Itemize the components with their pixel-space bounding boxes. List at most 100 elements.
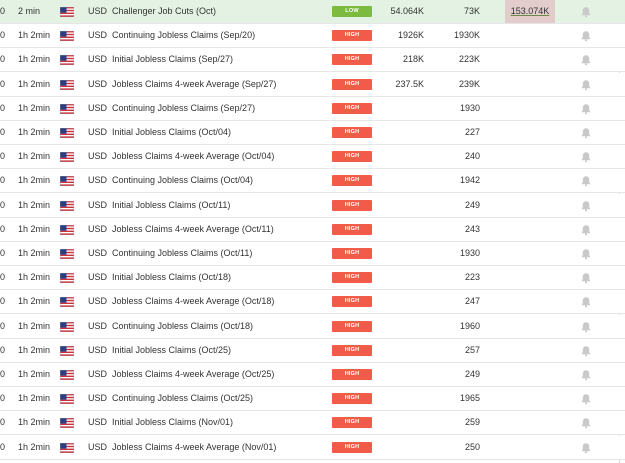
- bell-icon[interactable]: [580, 127, 594, 139]
- table-row[interactable]: 0 1h 2min USD Jobless Claims 4-week Average…: [0, 72, 625, 97]
- actual-value: [380, 315, 424, 338]
- impact-cell: HIGH: [332, 199, 372, 211]
- us-flag-icon: [60, 297, 74, 308]
- bell-icon[interactable]: [580, 103, 594, 115]
- event-name[interactable]: Initial Jobless Claims (Sep/27): [112, 48, 328, 71]
- table-row[interactable]: 0 1h 2min USD Initial Jobless Claims (Oct/2…: [0, 338, 625, 363]
- time-cell: 1h 2min: [18, 417, 51, 428]
- table-row[interactable]: 0 1h 2min USD Continuing Jobless Claims (Se…: [0, 24, 625, 49]
- bell-icon[interactable]: [580, 345, 594, 357]
- event-name[interactable]: Continuing Jobless Claims (Oct/04): [112, 169, 328, 192]
- us-flag-icon: [60, 176, 74, 187]
- event-name[interactable]: Continuing Jobless Claims (Sep/20): [112, 24, 328, 47]
- currency-cell: USD: [88, 175, 108, 186]
- table-row[interactable]: 0 2 min USD Challenger Job Cuts (Oct) LOW 54.…: [0, 0, 625, 24]
- bell-icon[interactable]: [580, 296, 594, 308]
- time-cell: 1h 2min: [18, 30, 51, 41]
- actual-value: [380, 266, 424, 289]
- impact-badge: HIGH: [332, 127, 372, 138]
- currency-cell: USD: [88, 151, 108, 162]
- truncated-cell: 0: [0, 320, 6, 331]
- event-name[interactable]: Continuing Jobless Claims (Sep/27): [112, 97, 328, 120]
- bell-icon[interactable]: [580, 248, 594, 260]
- currency-cell: USD: [88, 417, 108, 428]
- bell-icon[interactable]: [580, 393, 594, 405]
- actual-value: [380, 436, 424, 459]
- table-row[interactable]: 0 1h 2min USD Jobless Claims 4-week Average…: [0, 363, 625, 387]
- event-name[interactable]: Initial Jobless Claims (Oct/25): [112, 339, 328, 362]
- event-name[interactable]: Initial Jobless Claims (Nov/01): [112, 411, 328, 434]
- event-name[interactable]: Jobless Claims 4-week Average (Nov/01): [112, 436, 328, 459]
- bell-icon[interactable]: [580, 79, 594, 91]
- currency-cell: USD: [88, 30, 108, 41]
- previous-cell: [502, 73, 558, 96]
- event-name[interactable]: Initial Jobless Claims (Oct/11): [112, 194, 328, 217]
- impact-badge: HIGH: [332, 54, 372, 66]
- bell-icon[interactable]: [580, 6, 594, 18]
- table-row[interactable]: 0 1h 2min USD Jobless Claims 4-week Average…: [0, 290, 625, 315]
- time-cell: 1h 2min: [18, 102, 51, 113]
- event-name[interactable]: Jobless Claims 4-week Average (Oct/25): [112, 363, 328, 386]
- bell-icon[interactable]: [580, 369, 594, 381]
- currency-cell: USD: [88, 393, 108, 404]
- actual-value: [380, 121, 424, 144]
- currency-cell: USD: [88, 320, 108, 331]
- impact-badge: HIGH: [332, 78, 372, 90]
- table-row[interactable]: 0 1h 2min USD Jobless Claims 4-week Average…: [0, 435, 625, 460]
- actual-value: [380, 339, 424, 362]
- us-flag-icon: [60, 7, 74, 17]
- bell-icon[interactable]: [580, 54, 594, 66]
- table-row[interactable]: 0 1h 2min USD Continuing Jobless Claims (Se…: [0, 96, 625, 121]
- table-row[interactable]: 0 1h 2min USD Jobless Claims 4-week Average…: [0, 145, 625, 170]
- currency-cell: USD: [88, 296, 108, 307]
- previous-cell: [502, 121, 558, 144]
- table-row[interactable]: 0 1h 2min USD Continuing Jobless Claims (Oc…: [0, 387, 625, 412]
- table-row[interactable]: 0 1h 2min USD Continuing Jobless Claims (Oc…: [0, 242, 625, 266]
- bell-icon[interactable]: [580, 442, 594, 454]
- actual-value: 218K: [402, 54, 424, 65]
- bell-icon[interactable]: [580, 30, 594, 42]
- us-flag-icon: [60, 394, 74, 405]
- event-name[interactable]: Jobless Claims 4-week Average (Sep/27): [112, 73, 328, 96]
- event-name[interactable]: Jobless Claims 4-week Average (Oct/04): [112, 145, 328, 168]
- table-row[interactable]: 0 1h 2min USD Continuing Jobless Claims (Oc…: [0, 169, 625, 194]
- table-row[interactable]: 0 1h 2min USD Initial Jobless Claims (Sep/2…: [0, 48, 625, 73]
- event-name[interactable]: Jobless Claims 4-week Average (Oct/18): [112, 290, 328, 313]
- bell-icon[interactable]: [580, 200, 594, 212]
- event-name[interactable]: Jobless Claims 4-week Average (Oct/11): [112, 218, 328, 241]
- table-row[interactable]: 0 1h 2min USD Initial Jobless Claims (Nov/0…: [0, 411, 625, 436]
- previous-cell: [502, 24, 558, 47]
- event-name[interactable]: Initial Jobless Claims (Oct/18): [112, 266, 328, 289]
- time-cell: 1h 2min: [18, 272, 51, 283]
- bell-icon[interactable]: [580, 417, 594, 429]
- bell-icon[interactable]: [580, 272, 594, 284]
- currency-cell: USD: [88, 199, 108, 210]
- us-flag-icon: [60, 103, 74, 114]
- currency-cell: USD: [88, 6, 108, 16]
- us-flag-icon: [60, 31, 74, 42]
- previous-cell: [502, 363, 558, 386]
- impact-cell: HIGH: [332, 320, 372, 332]
- previous-cell: [502, 436, 558, 459]
- impact-cell: HIGH: [332, 393, 372, 405]
- table-row[interactable]: 0 1h 2min USD Jobless Claims 4-week Average…: [0, 217, 625, 242]
- impact-badge: HIGH: [332, 296, 372, 308]
- event-name[interactable]: Continuing Jobless Claims (Oct/11): [112, 242, 328, 265]
- bell-icon[interactable]: [580, 321, 594, 333]
- table-row[interactable]: 0 1h 2min USD Continuing Jobless Claims (Oc…: [0, 314, 625, 339]
- event-name[interactable]: Continuing Jobless Claims (Oct/25): [112, 387, 328, 410]
- table-row[interactable]: 0 1h 2min USD Initial Jobless Claims (Oct/1…: [0, 266, 625, 291]
- table-row[interactable]: 0 1h 2min USD Initial Jobless Claims (Oct/0…: [0, 121, 625, 145]
- event-name[interactable]: Challenger Job Cuts (Oct): [112, 0, 328, 23]
- forecast-value: 227: [464, 127, 480, 137]
- bell-icon[interactable]: [580, 175, 594, 187]
- impact-cell: HIGH: [332, 441, 372, 453]
- bell-icon[interactable]: [580, 224, 594, 236]
- actual-value: [380, 411, 424, 434]
- event-name[interactable]: Continuing Jobless Claims (Oct/18): [112, 315, 328, 338]
- actual-value: [380, 363, 424, 386]
- previous-cell: [502, 169, 558, 192]
- bell-icon[interactable]: [580, 151, 594, 163]
- event-name[interactable]: Initial Jobless Claims (Oct/04): [112, 121, 328, 144]
- table-row[interactable]: 0 1h 2min USD Initial Jobless Claims (Oct/1…: [0, 193, 625, 218]
